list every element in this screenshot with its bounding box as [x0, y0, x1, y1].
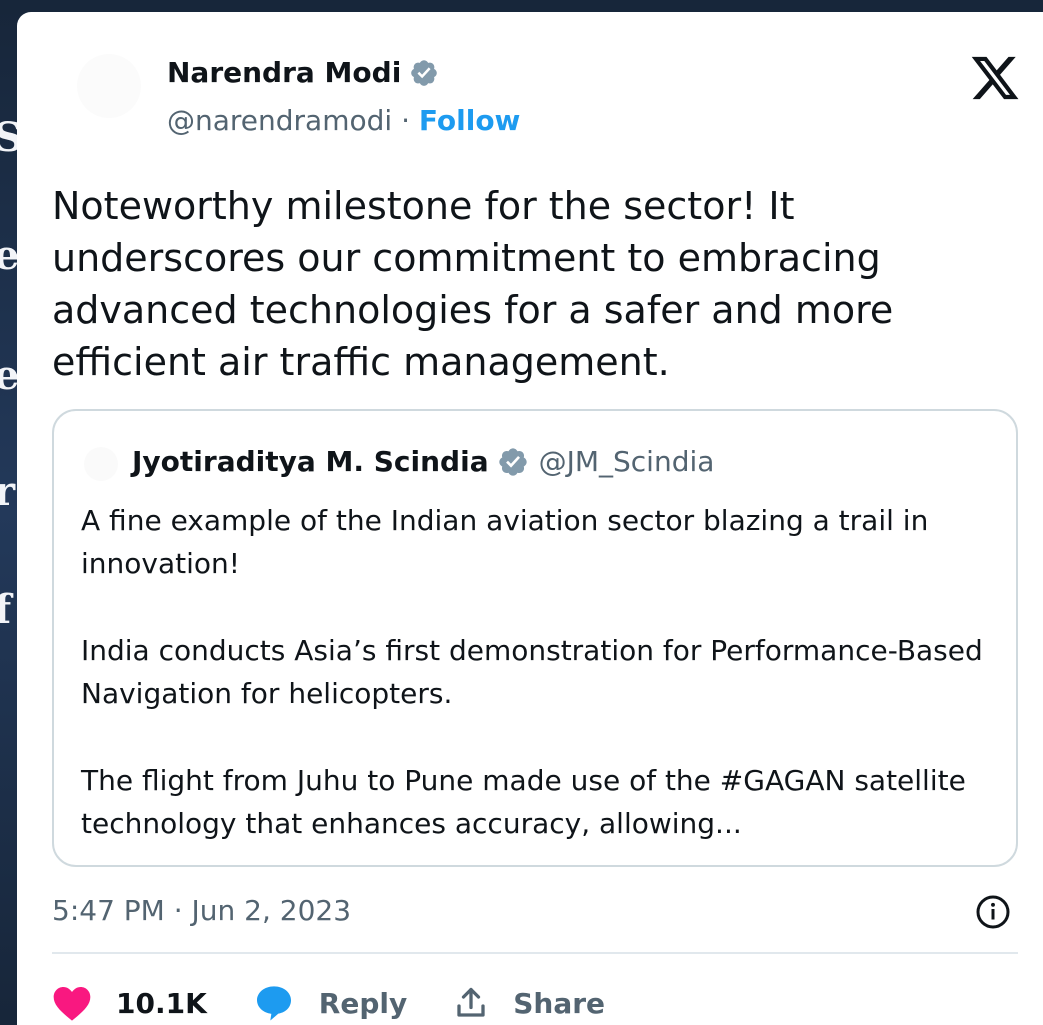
reply-label: Reply — [318, 986, 408, 1020]
quoted-header: Jyotiraditya M. Scindia @JM_Scindia — [132, 445, 714, 478]
author-name-row[interactable]: Narendra Modi — [167, 56, 439, 89]
handle-line: @narendramodi · Follow — [167, 104, 520, 137]
timestamp[interactable]: 5:47 PM · Jun 2, 2023 — [52, 894, 351, 927]
tweet-text: Noteworthy milestone for the sector! It … — [52, 184, 894, 384]
quoted-paragraph: The flight from Juhu to Pune made use of… — [81, 764, 966, 840]
quoted-avatar[interactable] — [84, 447, 118, 481]
like-button[interactable]: 10.1K — [52, 984, 207, 1022]
heart-icon — [53, 987, 91, 1021]
separator: · — [392, 104, 419, 137]
quoted-paragraph: India conducts Asia’s first demonstratio… — [81, 634, 983, 710]
speech-bubble-icon — [256, 986, 291, 1021]
quoted-author-name[interactable]: Jyotiraditya M. Scindia — [132, 445, 489, 478]
x-logo-icon[interactable] — [969, 52, 1021, 104]
quoted-author-handle[interactable]: @JM_Scindia — [539, 445, 715, 478]
quoted-text: A fine example of the Indian aviation se… — [81, 499, 1001, 889]
like-count: 10.1K — [116, 986, 207, 1020]
quoted-tweet[interactable]: Jyotiraditya M. Scindia @JM_Scindia A fi… — [52, 409, 1018, 867]
share-label: Share — [513, 986, 606, 1020]
author-name[interactable]: Narendra Modi — [167, 56, 401, 89]
share-button[interactable]: Share — [453, 985, 605, 1021]
quoted-paragraph: A fine example of the Indian aviation se… — [81, 504, 929, 580]
verified-badge-icon — [411, 59, 438, 86]
action-bar: 10.1K Reply Share — [52, 978, 651, 1025]
info-icon[interactable] — [975, 894, 1011, 930]
background-text-fragment: f — [0, 586, 12, 633]
avatar[interactable] — [77, 54, 141, 118]
reply-button[interactable]: Reply — [253, 983, 407, 1023]
verified-badge-icon — [498, 447, 527, 476]
divider — [52, 952, 1018, 954]
author-handle[interactable]: @narendramodi — [167, 104, 392, 137]
tweet-embed-card: Narendra Modi @narendramodi · Follow Not… — [17, 12, 1043, 1025]
follow-button[interactable]: Follow — [419, 104, 521, 137]
share-upload-icon — [457, 987, 485, 1017]
background-text-fragment: r — [0, 468, 16, 515]
